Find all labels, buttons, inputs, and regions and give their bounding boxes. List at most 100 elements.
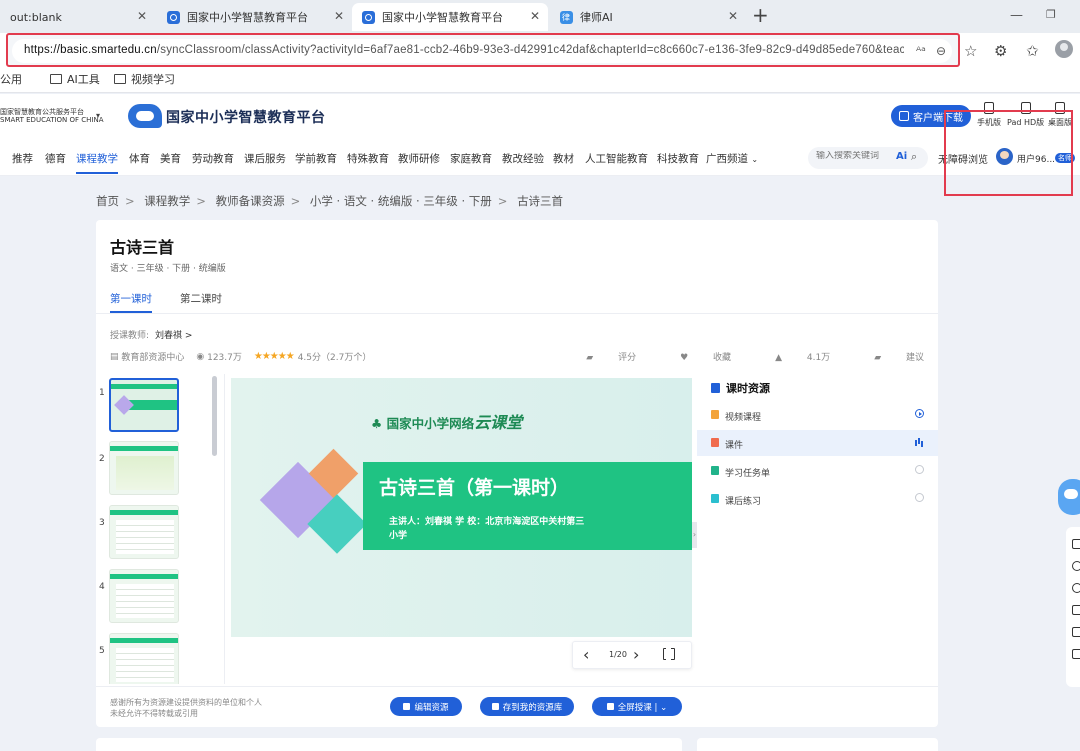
bookmark-ai-tools[interactable]: AI工具 xyxy=(50,71,100,87)
nav-item-labor[interactable]: 劳动教育 xyxy=(192,151,234,166)
homework-icon xyxy=(711,494,719,503)
nav-item-teacher-training[interactable]: 教师研修 xyxy=(398,151,440,166)
button-label: 存到我的资源库 xyxy=(502,702,563,713)
browser-tab-smartedu-active[interactable]: 国家中小学智慧教育平台 ✕ xyxy=(352,3,548,31)
nav-item-guangxi[interactable]: 广西频道 ⌄ xyxy=(706,151,758,166)
resource-homework[interactable]: 课后练习 xyxy=(697,486,938,512)
slide-brand: ♣ 国家中小学网络云课堂 xyxy=(371,409,522,433)
like-button[interactable]: ▲ 4.1万 xyxy=(753,350,830,363)
suggest-button[interactable]: ▰ 建议 xyxy=(852,350,924,363)
slide-thumbnail[interactable] xyxy=(109,505,179,559)
nav-item-preschool[interactable]: 学前教育 xyxy=(295,151,337,166)
chevron-down-icon: ⌄ xyxy=(751,155,759,164)
edit-resource-button[interactable]: 编辑资源 xyxy=(390,697,462,716)
folder-icon xyxy=(50,74,62,84)
search-icon[interactable]: ⌕ xyxy=(911,150,917,164)
thumb-number: 1 xyxy=(99,388,105,398)
bookmark-video-learning[interactable]: 视频学习 xyxy=(114,71,175,87)
browser-tab-smartedu-1[interactable]: 国家中小学智慧教育平台 ✕ xyxy=(157,3,352,31)
url-text[interactable]: https://basic.smartedu.cn/syncClassroom/… xyxy=(24,44,904,56)
zoom-icon[interactable]: ⊖ xyxy=(936,44,946,58)
restore-icon[interactable]: ❐ xyxy=(1046,8,1056,21)
nav-item-moral[interactable]: 德育 xyxy=(45,151,66,166)
search-input[interactable] xyxy=(816,151,886,161)
fullscreen-teach-button[interactable]: 全屏授课 | ⌄ xyxy=(592,697,682,716)
nav-item-recommend[interactable]: 推荐 xyxy=(12,151,33,166)
close-icon[interactable]: ✕ xyxy=(728,9,738,23)
empty-status-icon xyxy=(915,465,924,474)
resource-courseware[interactable]: 课件 xyxy=(697,430,938,456)
bookmark-common[interactable]: 公用 xyxy=(0,71,22,87)
tab-second-period[interactable]: 第二课时 xyxy=(180,291,222,306)
org-name[interactable]: 国家智慧教育公共服务平台 SMART EDUCATION OF CHINA xyxy=(0,108,104,124)
profile-avatar-icon[interactable] xyxy=(1055,40,1073,58)
favorite-star-icon[interactable]: ☆ xyxy=(964,42,977,60)
browser-tab-blank[interactable]: out:blank ✕ xyxy=(0,3,155,31)
help-icon[interactable] xyxy=(1072,561,1080,571)
nav-item-after-school[interactable]: 课后服务 xyxy=(244,151,286,166)
save-to-library-button[interactable]: 存到我的资源库 xyxy=(480,697,574,716)
chevron-down-icon[interactable]: ▾ xyxy=(96,111,100,120)
resource-video-course[interactable]: 视频课程 xyxy=(697,402,938,428)
screen-icon xyxy=(606,703,614,710)
nav-item-arts[interactable]: 美育 xyxy=(160,151,181,166)
breadcrumb-courses[interactable]: 课程教学 xyxy=(144,194,190,208)
slide-thumbnail[interactable] xyxy=(109,633,179,684)
breadcrumb-teacher-resources[interactable]: 教师备课资源 xyxy=(216,194,285,208)
play-status-icon xyxy=(915,409,924,418)
close-icon[interactable]: ✕ xyxy=(137,9,147,23)
prev-page-icon[interactable]: ‹ xyxy=(583,645,589,664)
read-aloud-icon[interactable]: ᴬᵃ xyxy=(916,44,926,58)
slide-thumbnail[interactable] xyxy=(109,569,179,623)
resource-label: 课件 xyxy=(725,441,744,451)
favorite-button[interactable]: ♥ 收藏 xyxy=(658,350,731,363)
nav-item-family-ed[interactable]: 家庭教育 xyxy=(450,151,492,166)
nav-item-ai-ed[interactable]: 人工智能教育 xyxy=(585,151,648,166)
tab-first-period[interactable]: 第一课时 xyxy=(110,291,152,313)
close-icon[interactable]: ✕ xyxy=(334,9,344,23)
thumbs-up-icon: ▲ xyxy=(775,353,785,363)
check-icon[interactable] xyxy=(1072,583,1080,593)
empty-status-icon xyxy=(915,493,924,502)
nav-item-tech-ed[interactable]: 科技教育 xyxy=(657,151,699,166)
nav-item-textbooks[interactable]: 教材 xyxy=(553,151,574,166)
breadcrumb-grade[interactable]: 小学 · 语文 · 统编版 · 三年级 · 下册 xyxy=(310,194,492,208)
nav-item-sports[interactable]: 体育 xyxy=(129,151,150,166)
close-icon[interactable]: ✕ xyxy=(530,9,540,23)
url-field[interactable]: https://basic.smartedu.cn/syncClassroom/… xyxy=(12,39,952,63)
tab-divider xyxy=(96,313,938,314)
browser-tab-lawyer-ai[interactable]: 律师AI ✕ xyxy=(550,3,746,31)
message-icon[interactable] xyxy=(1072,649,1080,659)
home-icon[interactable] xyxy=(1072,539,1080,549)
views-icon: ◉ xyxy=(196,351,208,362)
favorites-bar-icon[interactable]: ✩ xyxy=(1026,42,1039,60)
clipboard-icon[interactable] xyxy=(1072,627,1080,637)
nav-item-reform[interactable]: 教改经验 xyxy=(502,151,544,166)
book-icon[interactable] xyxy=(1072,605,1080,615)
extensions-icon[interactable]: ⚙ xyxy=(994,42,1007,60)
platform-logo-text[interactable]: 国家中小学智慧教育平台 xyxy=(166,107,326,127)
nav-item-special-ed[interactable]: 特殊教育 xyxy=(347,151,389,166)
thumbnail-scrollbar[interactable] xyxy=(212,376,217,456)
breadcrumb-home[interactable]: 首页 xyxy=(96,194,119,208)
new-tab-icon[interactable]: + xyxy=(752,5,769,25)
ai-assistant-robot-icon[interactable] xyxy=(1058,479,1080,515)
minimize-icon[interactable]: — xyxy=(1010,8,1023,23)
slide-viewer[interactable]: ♣ 国家中小学网络云课堂 古诗三首（第一课时） 主讲人：刘春祺 学 校：北京市海… xyxy=(231,378,692,637)
breadcrumb-separator: > xyxy=(497,194,508,208)
button-label: 编辑资源 xyxy=(414,702,449,713)
ai-search-icon[interactable]: Ai xyxy=(896,151,907,162)
next-page-icon[interactable]: › xyxy=(633,645,639,664)
thumb-content xyxy=(116,648,174,682)
resource-task-sheet[interactable]: 学习任务单 xyxy=(697,458,938,484)
slide-thumbnail[interactable] xyxy=(109,378,179,432)
rate-button[interactable]: ▰ 评分 xyxy=(564,350,636,363)
slide-thumbnail[interactable] xyxy=(109,441,179,495)
smartedu-favicon-icon xyxy=(167,10,180,24)
platform-logo-icon[interactable] xyxy=(128,104,162,128)
teacher-name-link[interactable]: 刘春祺 > xyxy=(155,331,192,341)
slide-brand-text: 国家中小学网络 xyxy=(386,416,475,431)
nav-item-courses[interactable]: 课程教学 xyxy=(76,151,118,174)
copyright-note: 感谢所有为资源建设提供资料的单位和个人 未经允许不得转载或引用 xyxy=(110,697,262,719)
fullscreen-icon[interactable] xyxy=(663,647,675,661)
